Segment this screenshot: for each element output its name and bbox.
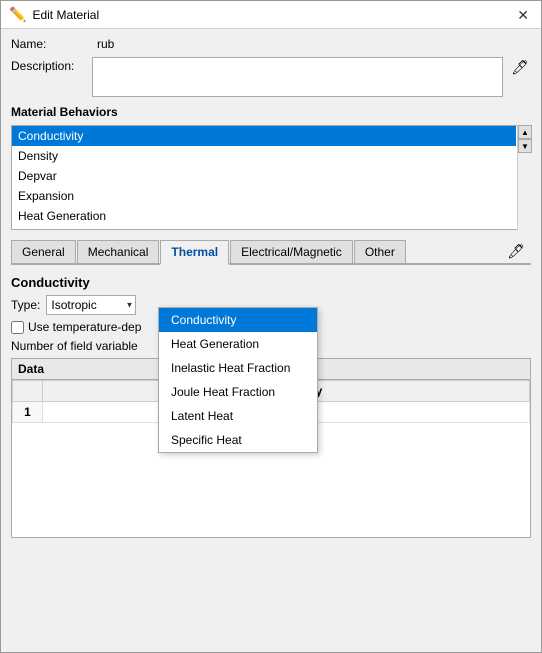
description-input[interactable] <box>92 57 503 97</box>
description-edit-icon[interactable]: 🖊 <box>509 57 531 78</box>
dropdown-item-conductivity[interactable]: Conductivity <box>159 308 317 332</box>
temperature-dep-checkbox[interactable] <box>11 321 24 334</box>
tab-bar: General Mechanical Thermal Electrical/Ma… <box>11 240 531 265</box>
edit-material-window: ✏️ Edit Material ✕ Name: rub Description… <box>0 0 542 653</box>
window-icon: ✏️ <box>9 6 26 23</box>
description-label: Description: <box>11 57 86 73</box>
dropdown-item-latent-heat[interactable]: Latent Heat <box>159 404 317 428</box>
behavior-conductivity[interactable]: Conductivity <box>12 126 516 146</box>
dropdown-item-specific-heat[interactable]: Specific Heat <box>159 428 317 452</box>
type-select[interactable]: Isotropic Orthotropic Anisotropic <box>46 295 136 315</box>
title-bar: ✏️ Edit Material ✕ <box>1 1 541 29</box>
tab-electrical-magnetic[interactable]: Electrical/Magnetic <box>230 240 353 263</box>
close-button[interactable]: ✕ <box>513 6 533 24</box>
name-row: Name: rub <box>11 37 531 51</box>
main-content: Name: rub Description: 🖊 Material Behavi… <box>1 29 541 652</box>
behaviors-list: Conductivity Density Depvar Expansion He… <box>11 125 531 230</box>
tab-other[interactable]: Other <box>354 240 406 263</box>
dropdown-item-joule-heat-fraction[interactable]: Joule Heat Fraction <box>159 380 317 404</box>
type-select-wrapper: Isotropic Orthotropic Anisotropic ▼ <box>46 295 136 315</box>
type-label: Type: <box>11 298 40 312</box>
window-title: Edit Material <box>32 8 99 22</box>
dropdown-item-heat-generation[interactable]: Heat Generation <box>159 332 317 356</box>
thermal-dropdown-menu: Conductivity Heat Generation Inelastic H… <box>158 307 318 453</box>
row-number-1: 1 <box>13 402 43 423</box>
tab-edit-icon[interactable]: 🖊 <box>501 240 531 263</box>
name-value: rub <box>97 37 114 51</box>
name-label: Name: <box>11 37 91 51</box>
behaviors-scrollbar: ▲ ▼ <box>517 125 531 230</box>
behaviors-container: Conductivity Density Depvar Expansion He… <box>11 125 531 230</box>
behavior-depvar[interactable]: Depvar <box>12 166 516 186</box>
tab-general[interactable]: General <box>11 240 76 263</box>
dropdown-item-inelastic-heat-fraction[interactable]: Inelastic Heat Fraction <box>159 356 317 380</box>
material-behaviors-title: Material Behaviors <box>11 105 531 119</box>
tab-thermal[interactable]: Thermal <box>160 240 229 265</box>
title-bar-left: ✏️ Edit Material <box>9 6 99 23</box>
behavior-expansion[interactable]: Expansion <box>12 186 516 206</box>
tab-mechanical[interactable]: Mechanical <box>77 240 160 263</box>
scrollbar-up-button[interactable]: ▲ <box>518 125 532 139</box>
field-var-label: Number of field variable <box>11 339 138 353</box>
sub-section-title: Conductivity <box>11 275 531 290</box>
scrollbar-down-button[interactable]: ▼ <box>518 139 532 153</box>
row-num-header <box>13 381 43 402</box>
behavior-density[interactable]: Density <box>12 146 516 166</box>
behavior-heat-generation[interactable]: Heat Generation <box>12 206 516 226</box>
description-row: Description: 🖊 <box>11 57 531 97</box>
temperature-dep-label: Use temperature-dep <box>28 320 141 334</box>
